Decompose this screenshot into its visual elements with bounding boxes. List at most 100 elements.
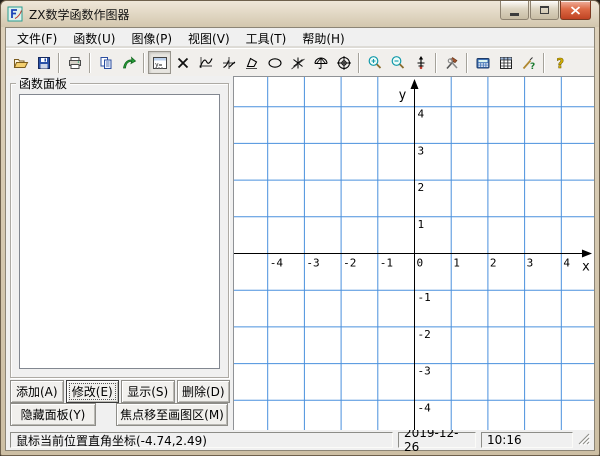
toolbar-separator xyxy=(435,53,437,73)
plot-ellipse-icon xyxy=(267,55,283,71)
svg-text:4: 4 xyxy=(563,257,570,270)
coordinate-grid: -4-3-2-1012344321-1-2-3-4yx xyxy=(234,77,594,430)
svg-text:-3: -3 xyxy=(418,365,431,378)
pan-icon xyxy=(413,55,429,71)
export-button[interactable] xyxy=(117,51,140,74)
svg-text:x: x xyxy=(582,260,590,275)
menu-item-tools[interactable]: 工具(T) xyxy=(238,28,295,49)
svg-text:4: 4 xyxy=(418,108,425,121)
svg-text:2: 2 xyxy=(490,257,497,270)
calculator-icon xyxy=(475,55,491,71)
function-list[interactable] xyxy=(19,94,220,369)
panel-button-row-2: 隐藏面板(Y) 焦点移至画图区(M) xyxy=(10,403,228,426)
caption-buttons xyxy=(500,1,591,20)
open-button[interactable] xyxy=(9,51,32,74)
zoom-in-button[interactable] xyxy=(363,51,386,74)
hide-panel-button[interactable]: 隐藏面板(Y) xyxy=(10,403,96,426)
delete-button[interactable]: 删除(D) xyxy=(177,380,231,403)
plot-function-icon xyxy=(198,55,214,71)
tools-button[interactable] xyxy=(440,51,463,74)
pan-button[interactable] xyxy=(409,51,432,74)
plot-polar-button[interactable] xyxy=(309,51,332,74)
svg-text:-4: -4 xyxy=(270,257,284,270)
tools-icon xyxy=(444,55,460,71)
zoom-out-button[interactable] xyxy=(386,51,409,74)
copy-icon xyxy=(98,55,114,71)
date-status: 2019-12-26 xyxy=(398,432,476,448)
toolbar-separator xyxy=(89,53,91,73)
minimize-icon xyxy=(510,13,519,16)
maximize-button[interactable] xyxy=(530,1,559,20)
save-icon xyxy=(36,55,52,71)
close-button[interactable] xyxy=(560,1,591,20)
function-groupbox: 函数面板 xyxy=(10,83,229,378)
time-status: 10:16 xyxy=(481,432,573,448)
svg-text:-1: -1 xyxy=(380,257,393,270)
calculator-button[interactable] xyxy=(471,51,494,74)
plot-piecewise-icon xyxy=(221,55,237,71)
app-icon xyxy=(7,6,23,22)
export-arrow-icon xyxy=(121,55,137,71)
resize-grip[interactable] xyxy=(578,432,591,448)
data-table-button[interactable] xyxy=(494,51,517,74)
print-button[interactable] xyxy=(63,51,86,74)
menu-item-image[interactable]: 图像(P) xyxy=(123,28,180,49)
svg-text:-2: -2 xyxy=(343,257,356,270)
mouse-position-status: 鼠标当前位置直角坐标(-4.74,2.49) xyxy=(10,432,393,448)
save-button[interactable] xyxy=(32,51,55,74)
zoom-out-icon xyxy=(390,55,406,71)
target-icon xyxy=(336,55,352,71)
copy-button[interactable] xyxy=(94,51,117,74)
panel-button-row-1: 添加(A) 修改(E) 显示(S) 删除(D) xyxy=(10,380,230,403)
toolbar: y= ? ? xyxy=(6,48,594,76)
client-area: 文件(F) 函数(U) 图像(P) 视图(V) 工具(T) 帮助(H) y= xyxy=(5,27,595,451)
menu-item-file[interactable]: 文件(F) xyxy=(9,28,65,49)
toolbar-separator xyxy=(358,53,360,73)
plot-shape-icon xyxy=(244,55,260,71)
delete-x-icon xyxy=(175,55,191,71)
pointer-help-button[interactable]: ? xyxy=(517,51,540,74)
svg-text:0: 0 xyxy=(417,257,424,270)
zoom-in-icon xyxy=(367,55,383,71)
focus-canvas-button[interactable]: 焦点移至画图区(M) xyxy=(116,403,228,426)
titlebar: ZX数学函数作图器 xyxy=(1,1,599,27)
help-icon: ? xyxy=(552,55,568,71)
delete-function-button[interactable] xyxy=(171,51,194,74)
menu-item-function[interactable]: 函数(U) xyxy=(65,28,123,49)
resize-grip-icon xyxy=(578,432,591,446)
window-title: ZX数学函数作图器 xyxy=(29,6,129,23)
close-icon xyxy=(570,6,581,15)
plot-parametric-icon xyxy=(290,55,306,71)
main-area: 函数面板 添加(A) 修改(E) 显示(S) 删除(D) 隐藏面板(Y) 焦点移… xyxy=(6,76,594,430)
show-button[interactable]: 显示(S) xyxy=(121,380,175,403)
plot-piecewise-button[interactable] xyxy=(217,51,240,74)
menu-item-view[interactable]: 视图(V) xyxy=(180,28,238,49)
plot-ellipse-button[interactable] xyxy=(263,51,286,74)
toolbar-separator xyxy=(58,53,60,73)
minimize-button[interactable] xyxy=(500,1,529,20)
svg-text:?: ? xyxy=(556,57,564,71)
svg-text:-4: -4 xyxy=(418,401,432,414)
plot-polar-icon xyxy=(313,55,329,71)
edit-button[interactable]: 修改(E) xyxy=(66,380,120,403)
svg-text:3: 3 xyxy=(418,144,425,157)
graph-area[interactable]: -4-3-2-1012344321-1-2-3-4yx xyxy=(233,76,594,430)
pointer-help-icon: ? xyxy=(521,55,537,71)
plot-function-button[interactable] xyxy=(194,51,217,74)
svg-text:1: 1 xyxy=(418,218,425,231)
plot-target-button[interactable] xyxy=(332,51,355,74)
svg-text:2: 2 xyxy=(418,181,425,194)
statusbar: 鼠标当前位置直角坐标(-4.74,2.49) 2019-12-26 10:16 xyxy=(6,430,594,450)
menubar: 文件(F) 函数(U) 图像(P) 视图(V) 工具(T) 帮助(H) xyxy=(6,28,594,48)
plot-shape-button[interactable] xyxy=(240,51,263,74)
open-icon xyxy=(13,55,29,71)
menu-item-help[interactable]: 帮助(H) xyxy=(294,28,352,49)
plot-parametric-button[interactable] xyxy=(286,51,309,74)
add-button[interactable]: 添加(A) xyxy=(10,380,64,403)
print-icon xyxy=(67,55,83,71)
function-panel-toggle-button[interactable]: y= xyxy=(148,51,171,74)
help-button[interactable]: ? xyxy=(548,51,571,74)
svg-text:-3: -3 xyxy=(306,257,319,270)
function-panel-title: 函数面板 xyxy=(16,75,70,92)
toolbar-separator xyxy=(143,53,145,73)
